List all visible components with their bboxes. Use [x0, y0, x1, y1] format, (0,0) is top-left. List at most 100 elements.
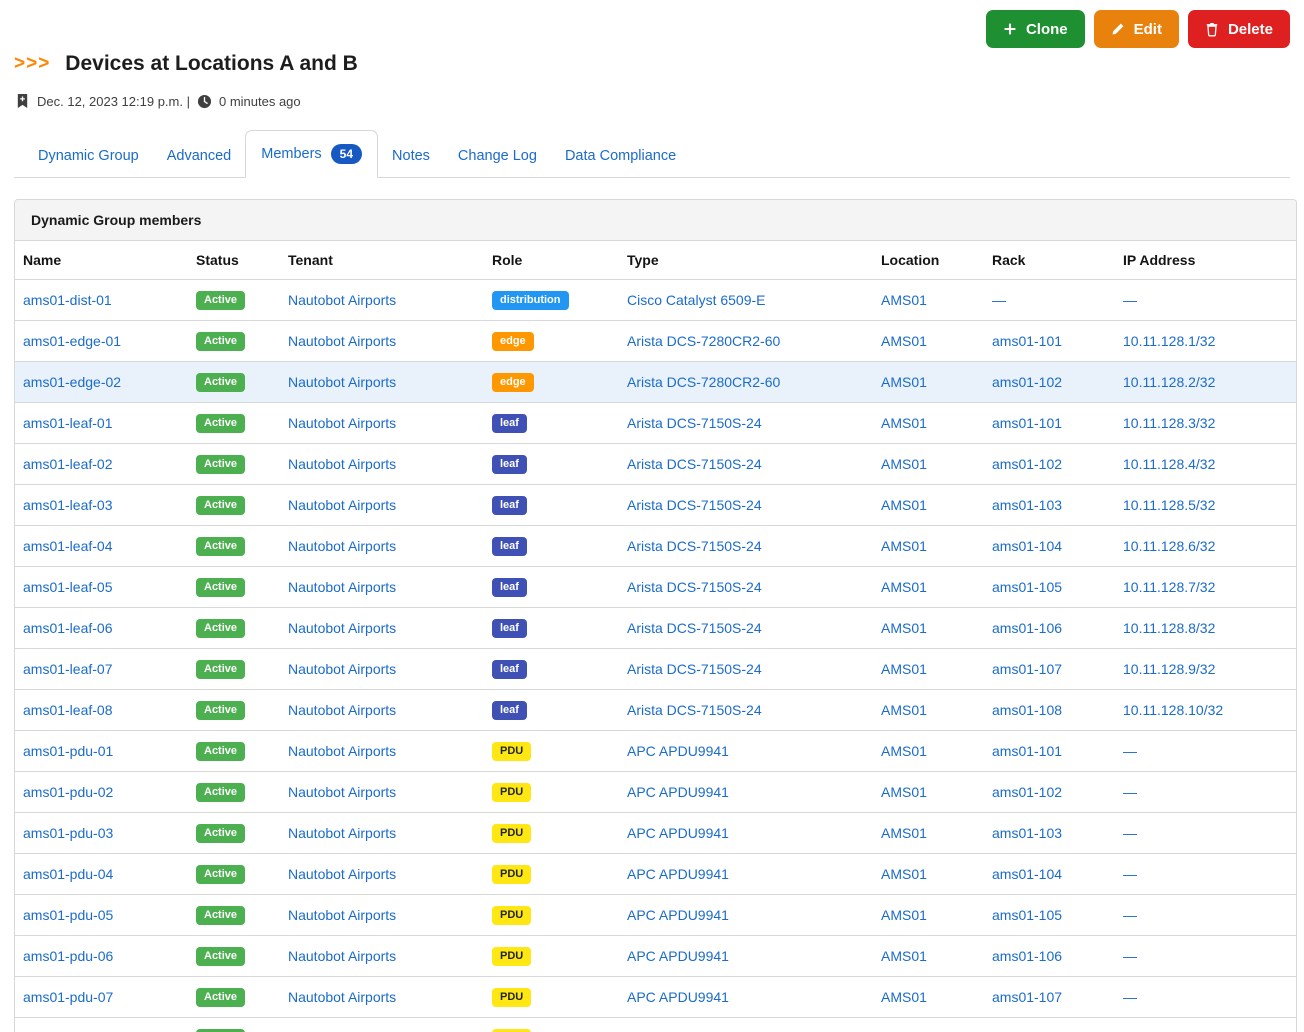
ip-address-link[interactable]: 10.11.128.6/32	[1123, 538, 1215, 554]
tab-members[interactable]: Members 54	[245, 130, 378, 178]
status-badge[interactable]: Active	[196, 291, 245, 310]
device-name-link[interactable]: ams01-leaf-07	[23, 661, 113, 677]
location-link[interactable]: AMS01	[881, 292, 927, 308]
tenant-link[interactable]: Nautobot Airports	[288, 497, 396, 513]
status-badge[interactable]: Active	[196, 701, 245, 720]
status-badge[interactable]: Active	[196, 865, 245, 884]
location-link[interactable]: AMS01	[881, 456, 927, 472]
device-name-link[interactable]: ams01-leaf-02	[23, 456, 113, 472]
device-name-link[interactable]: ams01-leaf-08	[23, 702, 113, 718]
ip-address-link[interactable]: 10.11.128.3/32	[1123, 415, 1215, 431]
device-type-link[interactable]: Cisco Catalyst 6509-E	[627, 292, 766, 308]
location-link[interactable]: AMS01	[881, 989, 927, 1005]
status-badge[interactable]: Active	[196, 496, 245, 515]
role-badge[interactable]: leaf	[492, 537, 527, 556]
device-name-link[interactable]: ams01-pdu-04	[23, 866, 113, 882]
tenant-link[interactable]: Nautobot Airports	[288, 333, 396, 349]
device-name-link[interactable]: ams01-pdu-07	[23, 989, 113, 1005]
role-badge[interactable]: PDU	[492, 783, 531, 802]
rack-link[interactable]: ams01-101	[992, 415, 1062, 431]
ip-address-link[interactable]: 10.11.128.1/32	[1123, 333, 1215, 349]
tab-dynamic-group[interactable]: Dynamic Group	[24, 135, 153, 177]
role-badge[interactable]: leaf	[492, 701, 527, 720]
role-badge[interactable]: leaf	[492, 496, 527, 515]
tenant-link[interactable]: Nautobot Airports	[288, 907, 396, 923]
tenant-link[interactable]: Nautobot Airports	[288, 866, 396, 882]
device-type-link[interactable]: Arista DCS-7280CR2-60	[627, 333, 780, 349]
location-link[interactable]: AMS01	[881, 743, 927, 759]
status-badge[interactable]: Active	[196, 455, 245, 474]
tenant-link[interactable]: Nautobot Airports	[288, 948, 396, 964]
device-type-link[interactable]: Arista DCS-7150S-24	[627, 415, 762, 431]
status-badge[interactable]: Active	[196, 537, 245, 556]
device-name-link[interactable]: ams01-leaf-01	[23, 415, 113, 431]
role-badge[interactable]: leaf	[492, 414, 527, 433]
status-badge[interactable]: Active	[196, 373, 245, 392]
location-link[interactable]: AMS01	[881, 907, 927, 923]
status-badge[interactable]: Active	[196, 988, 245, 1007]
device-type-link[interactable]: Arista DCS-7150S-24	[627, 579, 762, 595]
device-name-link[interactable]: ams01-pdu-05	[23, 907, 113, 923]
device-type-link[interactable]: APC APDU9941	[627, 784, 729, 800]
rack-link[interactable]: ams01-105	[992, 579, 1062, 595]
role-badge[interactable]: leaf	[492, 660, 527, 679]
tenant-link[interactable]: Nautobot Airports	[288, 415, 396, 431]
ip-address-link[interactable]: 10.11.128.9/32	[1123, 661, 1215, 677]
tab-advanced[interactable]: Advanced	[153, 135, 246, 177]
tenant-link[interactable]: Nautobot Airports	[288, 784, 396, 800]
edit-button[interactable]: Edit	[1094, 10, 1179, 48]
rack-link[interactable]: ams01-104	[992, 866, 1062, 882]
device-type-link[interactable]: Arista DCS-7150S-24	[627, 661, 762, 677]
status-badge[interactable]: Active	[196, 742, 245, 761]
ip-address-link[interactable]: 10.11.128.10/32	[1123, 702, 1223, 718]
device-type-link[interactable]: APC APDU9941	[627, 989, 729, 1005]
status-badge[interactable]: Active	[196, 660, 245, 679]
rack-link[interactable]: ams01-108	[992, 702, 1062, 718]
device-name-link[interactable]: ams01-dist-01	[23, 292, 112, 308]
rack-link[interactable]: ams01-103	[992, 497, 1062, 513]
tab-data-compliance[interactable]: Data Compliance	[551, 135, 690, 177]
rack-link[interactable]: ams01-107	[992, 989, 1062, 1005]
device-name-link[interactable]: ams01-pdu-03	[23, 825, 113, 841]
location-link[interactable]: AMS01	[881, 825, 927, 841]
device-name-link[interactable]: ams01-edge-01	[23, 333, 121, 349]
tenant-link[interactable]: Nautobot Airports	[288, 620, 396, 636]
device-type-link[interactable]: APC APDU9941	[627, 743, 729, 759]
role-badge[interactable]: leaf	[492, 455, 527, 474]
location-link[interactable]: AMS01	[881, 702, 927, 718]
status-badge[interactable]: Active	[196, 783, 245, 802]
tab-change-log[interactable]: Change Log	[444, 135, 551, 177]
status-badge[interactable]: Active	[196, 947, 245, 966]
clone-button[interactable]: Clone	[986, 10, 1085, 48]
role-badge[interactable]: PDU	[492, 947, 531, 966]
status-badge[interactable]: Active	[196, 906, 245, 925]
device-name-link[interactable]: ams01-leaf-03	[23, 497, 113, 513]
location-link[interactable]: AMS01	[881, 784, 927, 800]
role-badge[interactable]: PDU	[492, 906, 531, 925]
device-type-link[interactable]: APC APDU9941	[627, 866, 729, 882]
tenant-link[interactable]: Nautobot Airports	[288, 825, 396, 841]
tenant-link[interactable]: Nautobot Airports	[288, 374, 396, 390]
tenant-link[interactable]: Nautobot Airports	[288, 989, 396, 1005]
location-link[interactable]: AMS01	[881, 866, 927, 882]
device-type-link[interactable]: APC APDU9941	[627, 825, 729, 841]
location-link[interactable]: AMS01	[881, 497, 927, 513]
device-type-link[interactable]: Arista DCS-7150S-24	[627, 702, 762, 718]
role-badge[interactable]: PDU	[492, 742, 531, 761]
role-badge[interactable]: edge	[492, 373, 534, 392]
status-badge[interactable]: Active	[196, 824, 245, 843]
device-name-link[interactable]: ams01-edge-02	[23, 374, 121, 390]
status-badge[interactable]: Active	[196, 619, 245, 638]
location-link[interactable]: AMS01	[881, 579, 927, 595]
tenant-link[interactable]: Nautobot Airports	[288, 743, 396, 759]
ip-address-link[interactable]: 10.11.128.5/32	[1123, 497, 1215, 513]
device-name-link[interactable]: ams01-pdu-02	[23, 784, 113, 800]
location-link[interactable]: AMS01	[881, 333, 927, 349]
role-badge[interactable]: PDU	[492, 824, 531, 843]
location-link[interactable]: AMS01	[881, 538, 927, 554]
device-type-link[interactable]: Arista DCS-7150S-24	[627, 456, 762, 472]
device-name-link[interactable]: ams01-leaf-05	[23, 579, 113, 595]
delete-button[interactable]: Delete	[1188, 10, 1290, 48]
device-name-link[interactable]: ams01-leaf-04	[23, 538, 113, 554]
tenant-link[interactable]: Nautobot Airports	[288, 661, 396, 677]
